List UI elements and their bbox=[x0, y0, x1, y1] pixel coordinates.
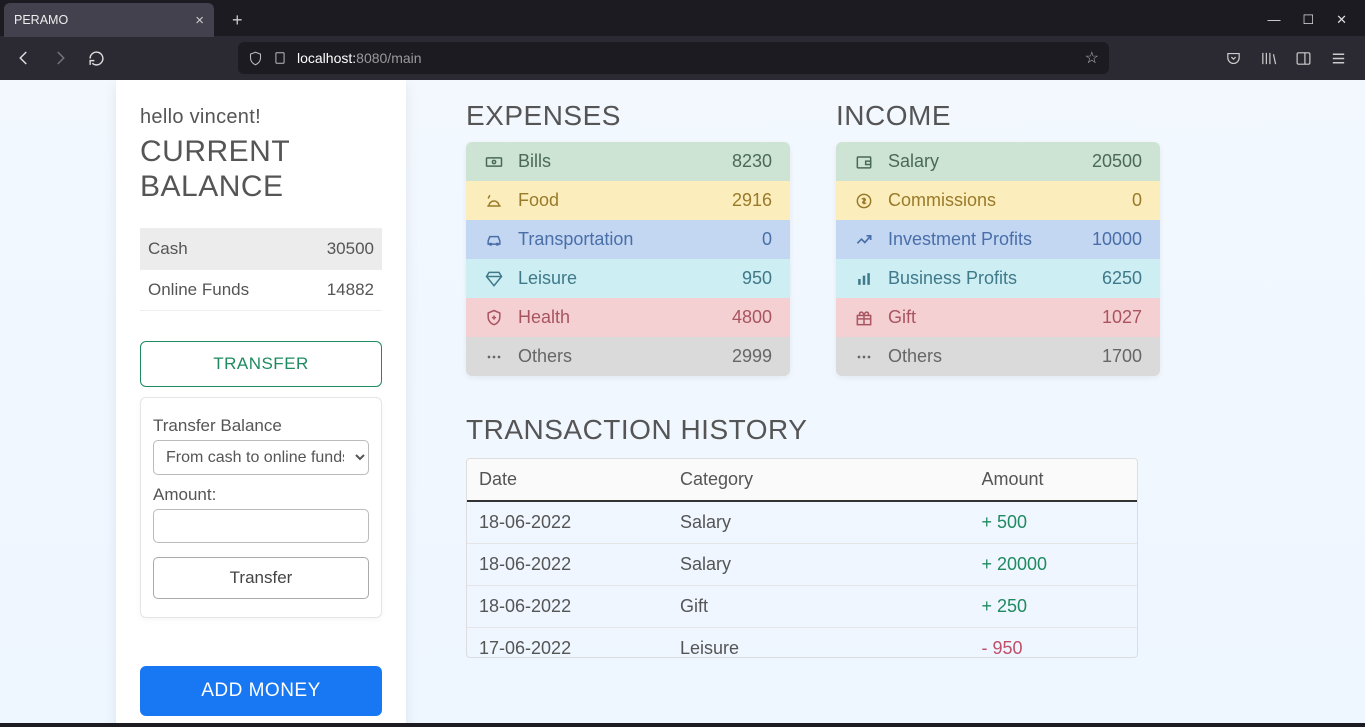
wallet-icon bbox=[850, 152, 878, 172]
add-money-button[interactable]: ADD MONEY bbox=[140, 666, 382, 716]
expense-row-transport[interactable]: Transportation 0 bbox=[466, 220, 790, 259]
library-icon[interactable] bbox=[1260, 50, 1277, 67]
table-row[interactable]: 18-06-2022Salary+ 20000 bbox=[467, 544, 1137, 586]
history-panel: Date Category Amount 18-06-2022Salary+ 5… bbox=[466, 458, 1138, 658]
cell-date: 18-06-2022 bbox=[467, 544, 668, 586]
income-row-gift[interactable]: Gift 1027 bbox=[836, 298, 1160, 337]
close-icon[interactable]: × bbox=[195, 12, 204, 29]
cell-date: 18-06-2022 bbox=[467, 586, 668, 628]
url-text: localhost:8080/main bbox=[297, 50, 422, 66]
expenses-list: Bills 8230 Food 2916 Transportation 0 bbox=[466, 142, 790, 376]
balance-label: Cash bbox=[148, 239, 188, 259]
income-title: INCOME bbox=[836, 100, 1160, 132]
expenses-column: EXPENSES Bills 8230 Food 2916 Transpo bbox=[466, 100, 790, 376]
trend-up-icon bbox=[850, 230, 878, 250]
browser-tab[interactable]: PERAMO × bbox=[4, 3, 214, 37]
food-icon bbox=[480, 191, 508, 211]
amount-input[interactable] bbox=[153, 509, 369, 543]
col-date: Date bbox=[467, 459, 668, 501]
history-title: TRANSACTION HISTORY bbox=[466, 414, 1365, 446]
dots-icon bbox=[850, 347, 878, 367]
tab-title: PERAMO bbox=[14, 13, 195, 27]
car-icon bbox=[480, 230, 508, 250]
income-row-commissions[interactable]: Commissions 0 bbox=[836, 181, 1160, 220]
expense-row-leisure[interactable]: Leisure 950 bbox=[466, 259, 790, 298]
history-scroll[interactable]: Date Category Amount 18-06-2022Salary+ 5… bbox=[467, 459, 1137, 657]
expense-row-health[interactable]: Health 4800 bbox=[466, 298, 790, 337]
table-row[interactable]: 18-06-2022Gift+ 250 bbox=[467, 586, 1137, 628]
income-row-investments[interactable]: Investment Profits 10000 bbox=[836, 220, 1160, 259]
cell-amount: + 250 bbox=[970, 586, 1138, 628]
bookmark-icon[interactable]: ☆ bbox=[1085, 48, 1099, 68]
minimize-icon[interactable]: — bbox=[1267, 12, 1280, 28]
transfer-direction-select[interactable]: From cash to online funds bbox=[153, 440, 369, 475]
table-row[interactable]: 17-06-2022Leisure- 950 bbox=[467, 628, 1137, 658]
income-row-others[interactable]: Others 1700 bbox=[836, 337, 1160, 376]
expense-row-food[interactable]: Food 2916 bbox=[466, 181, 790, 220]
reload-button[interactable] bbox=[82, 44, 110, 72]
close-window-icon[interactable]: ✕ bbox=[1336, 12, 1347, 28]
balance-value: 30500 bbox=[327, 239, 374, 259]
url-bar[interactable]: localhost:8080/main ☆ bbox=[238, 42, 1109, 74]
coin-icon bbox=[850, 191, 878, 211]
browser-chrome: PERAMO × + — ☐ ✕ localhost:8080/main bbox=[0, 0, 1365, 80]
cell-category: Salary bbox=[668, 544, 970, 586]
cell-date: 18-06-2022 bbox=[467, 501, 668, 544]
dots-icon bbox=[480, 347, 508, 367]
page-icon bbox=[273, 51, 287, 65]
balance-label: Online Funds bbox=[148, 280, 249, 300]
balance-row-online: Online Funds 14882 bbox=[140, 270, 382, 311]
income-row-business[interactable]: Business Profits 6250 bbox=[836, 259, 1160, 298]
page-viewport: hello vincent! CURRENT BALANCE Cash 3050… bbox=[0, 80, 1365, 723]
balance-table: Cash 30500 Online Funds 14882 bbox=[140, 228, 382, 311]
transfer-submit-button[interactable]: Transfer bbox=[153, 557, 369, 599]
transfer-balance-label: Transfer Balance bbox=[153, 416, 369, 436]
tab-bar: PERAMO × + — ☐ ✕ bbox=[0, 0, 1365, 36]
balance-value: 14882 bbox=[327, 280, 374, 300]
new-tab-button[interactable]: + bbox=[224, 6, 251, 35]
balance-row-cash: Cash 30500 bbox=[140, 229, 382, 270]
expenses-title: EXPENSES bbox=[466, 100, 790, 132]
shield-plus-icon bbox=[480, 308, 508, 328]
gift-icon bbox=[850, 308, 878, 328]
maximize-icon[interactable]: ☐ bbox=[1302, 12, 1314, 28]
transfer-button[interactable]: TRANSFER bbox=[140, 341, 382, 387]
balance-title: CURRENT BALANCE bbox=[140, 135, 382, 204]
cell-amount: - 950 bbox=[970, 628, 1138, 658]
cell-date: 17-06-2022 bbox=[467, 628, 668, 658]
main-content: EXPENSES Bills 8230 Food 2916 Transpo bbox=[466, 80, 1365, 723]
cell-category: Gift bbox=[668, 586, 970, 628]
back-button[interactable] bbox=[10, 44, 38, 72]
col-amount: Amount bbox=[970, 459, 1138, 501]
bills-icon bbox=[480, 152, 508, 172]
diamond-icon bbox=[480, 269, 508, 289]
expense-row-others[interactable]: Others 2999 bbox=[466, 337, 790, 376]
browser-toolbar: localhost:8080/main ☆ bbox=[0, 36, 1365, 80]
income-list: Salary 20500 Commissions 0 Investment Pr… bbox=[836, 142, 1160, 376]
table-header: Date Category Amount bbox=[467, 459, 1137, 501]
cell-amount: + 500 bbox=[970, 501, 1138, 544]
income-column: INCOME Salary 20500 Commissions 0 Inv bbox=[836, 100, 1160, 376]
toolbar-right bbox=[1217, 50, 1355, 67]
cell-amount: + 20000 bbox=[970, 544, 1138, 586]
expense-row-bills[interactable]: Bills 8230 bbox=[466, 142, 790, 181]
shield-icon bbox=[248, 51, 263, 66]
menu-icon[interactable] bbox=[1330, 50, 1347, 67]
sidebar-icon[interactable] bbox=[1295, 50, 1312, 67]
greeting-text: hello vincent! bbox=[140, 106, 382, 129]
history-table: Date Category Amount 18-06-2022Salary+ 5… bbox=[467, 459, 1137, 657]
window-controls: — ☐ ✕ bbox=[1267, 12, 1361, 28]
transfer-panel: Transfer Balance From cash to online fun… bbox=[140, 397, 382, 618]
income-row-salary[interactable]: Salary 20500 bbox=[836, 142, 1160, 181]
cell-category: Leisure bbox=[668, 628, 970, 658]
amount-label: Amount: bbox=[153, 485, 369, 505]
table-row[interactable]: 18-06-2022Salary+ 500 bbox=[467, 501, 1137, 544]
col-category: Category bbox=[668, 459, 970, 501]
cell-category: Salary bbox=[668, 501, 970, 544]
forward-button[interactable] bbox=[46, 44, 74, 72]
chart-bar-icon bbox=[850, 269, 878, 289]
balance-card: hello vincent! CURRENT BALANCE Cash 3050… bbox=[116, 80, 406, 723]
pocket-icon[interactable] bbox=[1225, 50, 1242, 67]
